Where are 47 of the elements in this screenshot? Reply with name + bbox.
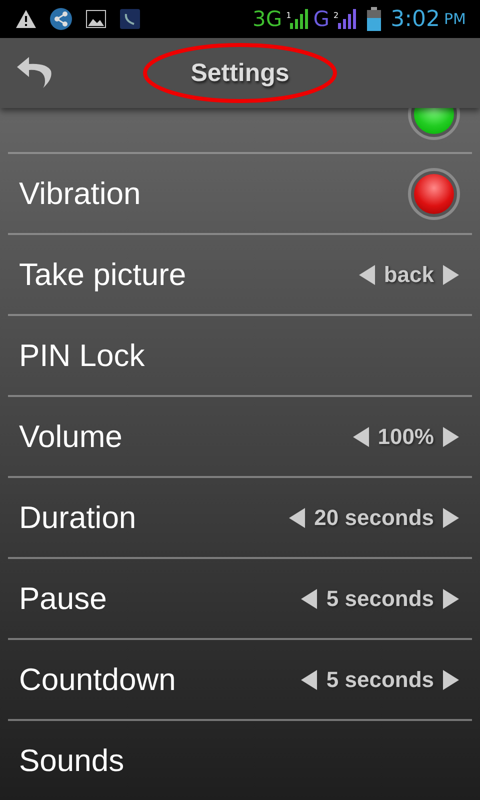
setting-label: Countdown	[19, 662, 176, 698]
settings-row[interactable]: Pause 5 seconds	[8, 559, 472, 640]
setting-label: PIN Lock	[19, 338, 145, 374]
left-arrow-icon[interactable]	[288, 506, 306, 528]
setting-label: Pause	[19, 580, 107, 616]
clock-time: 3:02	[390, 6, 440, 32]
setting-value: 5 seconds	[326, 586, 434, 612]
signal-icon	[336, 9, 357, 29]
screen-title: Settings	[190, 58, 290, 88]
right-arrow-icon[interactable]	[442, 588, 460, 610]
settings-row[interactable]: Vibration	[8, 154, 472, 235]
sim-number: 2	[334, 10, 339, 20]
share-icon	[50, 8, 72, 30]
setting-label: Take picture	[19, 256, 186, 292]
settings-row[interactable]: Duration 20 seconds	[8, 478, 472, 559]
settings-row[interactable]	[8, 108, 472, 154]
setting-label: Duration	[19, 500, 136, 536]
settings-row[interactable]: Sounds	[8, 721, 472, 800]
clock-meridiem: PM	[444, 10, 466, 28]
right-arrow-icon[interactable]	[442, 506, 460, 528]
left-arrow-icon[interactable]	[358, 264, 376, 286]
settings-row[interactable]: Volume 100%	[8, 397, 472, 478]
toggle-switch[interactable]	[408, 168, 460, 220]
settings-row[interactable]: Countdown 5 seconds	[8, 640, 472, 721]
image-icon	[86, 10, 106, 28]
warning-icon	[16, 10, 36, 28]
right-arrow-icon[interactable]	[442, 426, 460, 448]
phone-icon	[120, 9, 140, 29]
left-arrow-icon[interactable]	[300, 588, 318, 610]
settings-row[interactable]: PIN Lock	[8, 316, 472, 397]
setting-value: back	[384, 262, 434, 288]
left-arrow-icon[interactable]	[352, 426, 370, 448]
setting-value: 5 seconds	[326, 666, 434, 692]
sim-number: 1	[286, 10, 292, 20]
left-arrow-icon[interactable]	[300, 668, 318, 690]
network-type: G	[313, 7, 330, 31]
setting-label: Vibration	[19, 176, 141, 212]
right-arrow-icon[interactable]	[442, 668, 460, 690]
setting-value: 20 seconds	[314, 504, 434, 530]
battery-icon	[366, 7, 381, 31]
settings-row[interactable]: Take picture back	[8, 235, 472, 316]
right-arrow-icon[interactable]	[442, 264, 460, 286]
network-type: 3G	[252, 7, 282, 31]
setting-label: Sounds	[19, 742, 124, 778]
setting-value: 100%	[378, 424, 434, 450]
setting-label: Volume	[19, 418, 122, 454]
signal-icon	[289, 9, 310, 29]
